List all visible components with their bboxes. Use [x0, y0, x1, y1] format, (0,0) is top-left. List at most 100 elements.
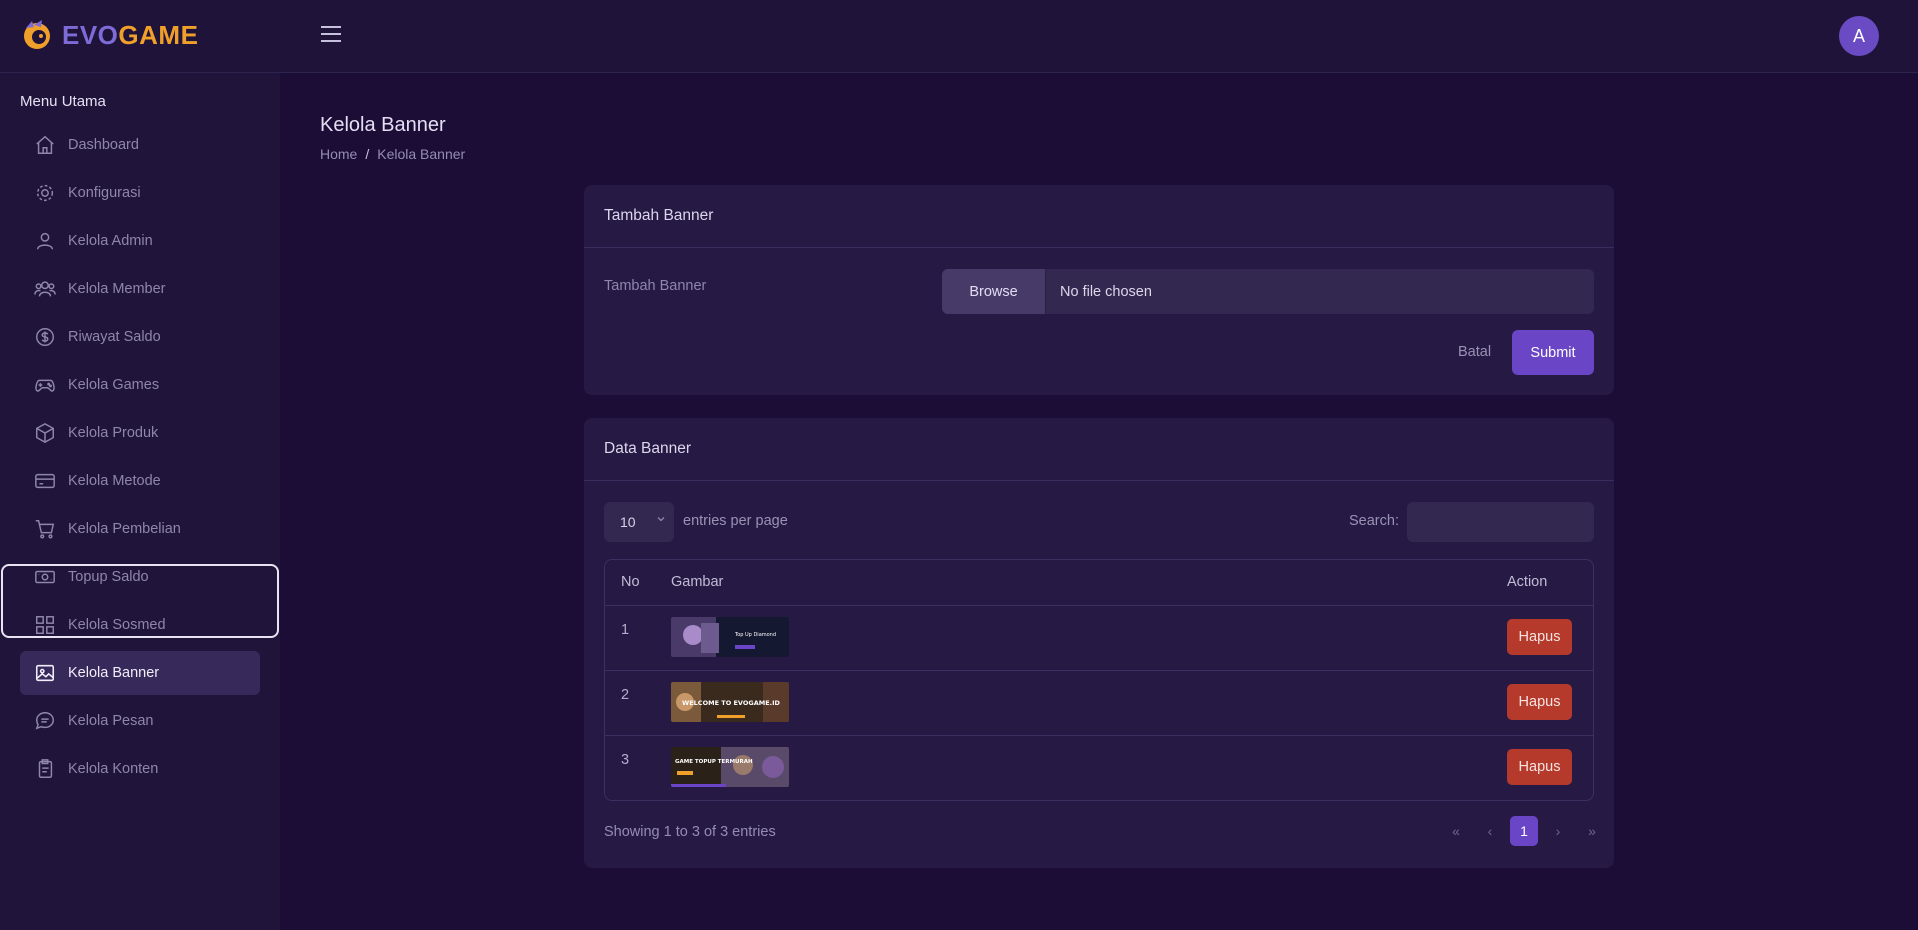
sidebar-item-topup-saldo[interactable]: Topup Saldo [20, 555, 260, 599]
search-label: Search: [1349, 513, 1399, 529]
image-icon [34, 662, 56, 684]
entries-per-page-select[interactable]: 10 [604, 502, 674, 542]
sidebar-item-riwayat-saldo[interactable]: Riwayat Saldo [20, 315, 260, 359]
sidebar-item-dashboard[interactable]: Dashboard [20, 123, 260, 167]
card-icon [34, 470, 56, 492]
sidebar-item-kelola-produk[interactable]: Kelola Produk [20, 411, 260, 455]
sidebar-item-label: Konfigurasi [68, 185, 141, 201]
sidebar-item-label: Kelola Games [68, 377, 160, 393]
banner-thumbnail[interactable]: Top Up Diamond [671, 616, 789, 657]
table-header-row: No Gambar Action [605, 560, 1593, 606]
banner-data-card-title: Data Banner [584, 418, 1614, 481]
sidebar-menu: Dashboard Konfigurasi Kelola Admin Kelol… [20, 123, 260, 795]
chat-icon [34, 710, 56, 732]
breadcrumb-current: Kelola Banner [377, 146, 466, 162]
banner-thumbnail-text: GAME TOPUP TERMURAH [675, 759, 753, 765]
add-banner-card-title: Tambah Banner [584, 185, 1614, 248]
sidebar-item-kelola-member[interactable]: Kelola Member [20, 267, 260, 311]
banner-thumbnail-cell: Top Up Diamond [671, 605, 1507, 671]
sidebar-item-label: Riwayat Saldo [68, 329, 161, 345]
grid-icon [34, 614, 56, 636]
row-number: 2 [605, 670, 671, 736]
document-icon [34, 758, 56, 780]
first-page-button[interactable]: « [1442, 816, 1470, 846]
banner-thumbnail[interactable]: WELCOME TO EVOGAME.ID [671, 681, 789, 722]
box-icon [34, 422, 56, 444]
page-1-button[interactable]: 1 [1510, 816, 1538, 846]
sidebar-item-konfigurasi[interactable]: Konfigurasi [20, 171, 260, 215]
banner-file-label: Tambah Banner [604, 278, 707, 294]
brand-logo[interactable]: EVOGAME [20, 18, 198, 52]
browse-button[interactable]: Browse [942, 269, 1046, 314]
submit-button[interactable]: Submit [1512, 330, 1594, 375]
banner-thumbnail-text: WELCOME TO EVOGAME.ID [682, 699, 780, 707]
action-cell: Hapus [1507, 605, 1593, 671]
row-number: 3 [621, 751, 630, 768]
chevron-down-icon [657, 517, 665, 522]
banner-data-card: Data Banner 10 entries per page Search: … [584, 418, 1614, 868]
page-title: Kelola Banner [320, 114, 446, 136]
avatar[interactable]: A [1839, 16, 1879, 56]
table-row: 2 WELCOME TO EVOGAME.ID Hapus [605, 670, 1593, 736]
breadcrumb-home-link[interactable]: Home [320, 146, 357, 162]
brand-name: EVOGAME [62, 19, 199, 50]
row-number: 1 [605, 605, 671, 671]
sidebar-item-kelola-banner[interactable]: Kelola Banner [20, 651, 260, 695]
delete-button[interactable]: Hapus [1507, 748, 1572, 785]
sidebar-item-label: Kelola Pesan [68, 713, 154, 729]
banner-thumbnail-cell: GAME TOPUP TERMURAH [671, 735, 1507, 800]
column-header-image[interactable]: Gambar [671, 560, 1507, 606]
breadcrumb: Home / Kelola Banner [320, 146, 465, 162]
sidebar-item-label: Kelola Pembelian [68, 521, 181, 537]
dollar-icon [34, 326, 56, 348]
banner-thumbnail[interactable]: GAME TOPUP TERMURAH [671, 746, 789, 787]
delete-button[interactable]: Hapus [1507, 618, 1572, 655]
sidebar-item-kelola-sosmed[interactable]: Kelola Sosmed [20, 603, 260, 647]
user-icon [34, 230, 56, 252]
prev-page-button[interactable]: ‹ [1476, 816, 1504, 846]
last-page-button[interactable]: » [1578, 816, 1606, 846]
cash-icon [34, 566, 56, 588]
gamepad-icon [34, 374, 56, 396]
next-page-button[interactable]: › [1544, 816, 1572, 846]
sidebar-item-kelola-pembelian[interactable]: Kelola Pembelian [20, 507, 260, 551]
banner-table: No Gambar Action 1 Top Up Diamond Hapus … [604, 559, 1594, 801]
table-summary: Showing 1 to 3 of 3 entries [604, 824, 776, 840]
sidebar: Menu Utama Dashboard Konfigurasi Kelola … [0, 73, 280, 930]
add-banner-card: Tambah Banner Tambah Banner Browse No fi… [584, 185, 1614, 395]
file-status-text: No file chosen [1060, 283, 1152, 300]
sidebar-item-kelola-games[interactable]: Kelola Games [20, 363, 260, 407]
sidebar-item-label: Kelola Admin [68, 233, 153, 249]
gear-icon [34, 182, 56, 204]
breadcrumb-separator: / [365, 146, 370, 162]
sidebar-item-label: Kelola Banner [68, 665, 160, 681]
menu-toggle-icon[interactable] [321, 26, 341, 44]
banner-thumbnail-cell: WELCOME TO EVOGAME.ID [671, 670, 1507, 736]
table-row: 3 GAME TOPUP TERMURAH Hapus [605, 735, 1593, 800]
sidebar-item-kelola-metode[interactable]: Kelola Metode [20, 459, 260, 503]
action-cell: Hapus [1507, 735, 1593, 800]
entries-per-page-value: 10 [620, 514, 636, 530]
cancel-button[interactable]: Batal [1458, 344, 1491, 360]
sidebar-item-label: Kelola Metode [68, 473, 161, 489]
search-input[interactable] [1407, 502, 1594, 542]
sidebar-item-kelola-pesan[interactable]: Kelola Pesan [20, 699, 260, 743]
delete-button[interactable]: Hapus [1507, 683, 1572, 720]
sidebar-item-kelola-admin[interactable]: Kelola Admin [20, 219, 260, 263]
column-header-action[interactable]: Action [1507, 560, 1593, 606]
action-cell: Hapus [1507, 670, 1593, 736]
home-icon [34, 134, 56, 156]
entries-per-page-label: entries per page [683, 513, 788, 529]
sidebar-item-label: Topup Saldo [68, 569, 149, 585]
banner-file-input[interactable]: Browse No file chosen [942, 269, 1594, 314]
users-icon [34, 278, 56, 300]
sidebar-item-kelola-konten[interactable]: Kelola Konten [20, 747, 260, 791]
pagination: « ‹ 1 › » [1442, 816, 1606, 846]
banner-thumbnail-text: Top Up Diamond [734, 632, 776, 638]
column-header-no[interactable]: No [605, 560, 671, 606]
sidebar-item-label: Dashboard [68, 137, 139, 153]
dragon-logo-icon [24, 20, 50, 49]
cart-icon [34, 518, 56, 540]
sidebar-item-label: Kelola Member [68, 281, 166, 297]
sidebar-item-label: Kelola Konten [68, 761, 159, 777]
